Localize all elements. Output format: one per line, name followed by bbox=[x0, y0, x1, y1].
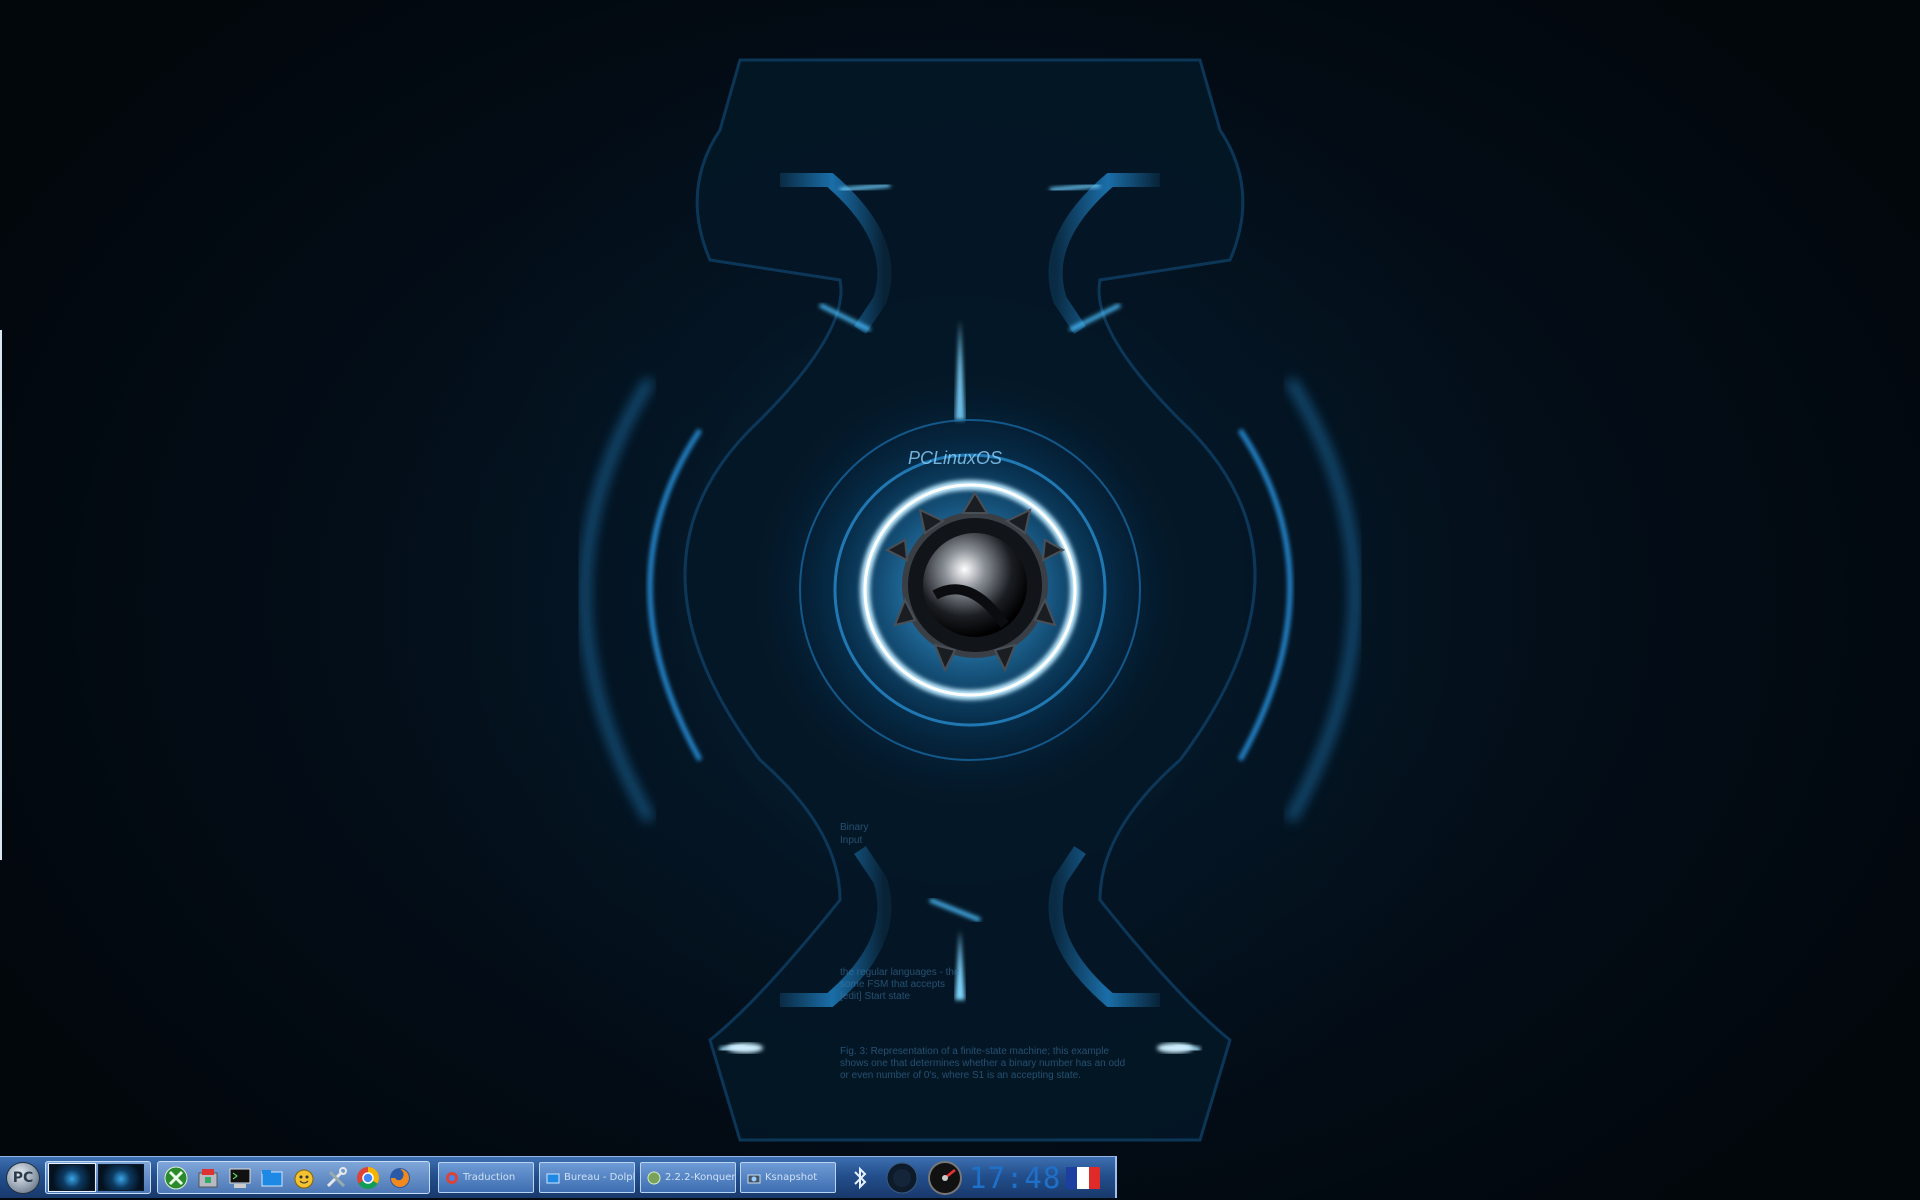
task-label: 2.2.2-Konqueror bbox=[665, 1172, 735, 1183]
keyboard-layout-flag-icon[interactable] bbox=[1063, 1162, 1103, 1194]
start-menu-button[interactable]: PC bbox=[6, 1162, 40, 1194]
chrome-icon[interactable] bbox=[354, 1164, 382, 1192]
desktop-background: PCLinuxOS Binary Input the regular langu… bbox=[0, 0, 1920, 1200]
task-button[interactable]: 2.2.2-Konqueror bbox=[640, 1162, 736, 1193]
task-label: Traduction bbox=[463, 1172, 516, 1183]
task-button[interactable]: Ksnapshot bbox=[740, 1162, 836, 1193]
start-label: PC bbox=[12, 1170, 34, 1186]
settings-tools-icon[interactable] bbox=[322, 1164, 350, 1192]
pager-desktop-2[interactable] bbox=[98, 1164, 144, 1191]
terminal-icon[interactable] bbox=[226, 1164, 254, 1192]
bluetooth-icon[interactable] bbox=[848, 1162, 872, 1194]
pager-desktop-1[interactable] bbox=[48, 1163, 96, 1192]
quick-launch bbox=[157, 1161, 430, 1194]
browser-icon bbox=[647, 1171, 661, 1184]
wallpaper-text-line: [edit] Start state bbox=[840, 991, 910, 1002]
clock[interactable]: 17:48 bbox=[969, 1160, 1069, 1196]
chrome-icon bbox=[446, 1171, 458, 1184]
wallpaper-text-line: or even number of 0's, where S1 is an ac… bbox=[840, 1070, 1081, 1081]
system-monitor-icon[interactable] bbox=[926, 1161, 964, 1195]
xbox-game-icon[interactable] bbox=[162, 1164, 190, 1192]
task-label: Bureau - Dolphin bbox=[564, 1172, 634, 1183]
camera-icon bbox=[747, 1174, 761, 1183]
wallpaper-text-line: Input bbox=[840, 835, 862, 846]
emoticon-icon[interactable] bbox=[290, 1164, 318, 1192]
firefox-icon[interactable] bbox=[386, 1164, 414, 1192]
task-button[interactable]: Bureau - Dolphin bbox=[539, 1162, 635, 1193]
taskbar: PC Traduction Bureau - Dolp 2.2.2-Konque… bbox=[0, 1156, 1117, 1198]
folder-icon bbox=[546, 1173, 560, 1183]
task-label: Ksnapshot bbox=[765, 1172, 818, 1183]
wallpaper-logo-text: PCLinuxOS bbox=[908, 448, 1002, 468]
package-manager-icon[interactable] bbox=[194, 1164, 222, 1192]
desktop-pager bbox=[45, 1161, 151, 1194]
file-manager-icon[interactable] bbox=[258, 1164, 286, 1192]
wallpaper-art: PCLinuxOS Binary Input the regular langu… bbox=[580, 58, 1360, 1142]
wallpaper-text-line: the regular languages - the bbox=[840, 967, 960, 978]
wallpaper-text-line: shows one that determines whether a bina… bbox=[840, 1058, 1125, 1069]
wallpaper-text-line: some FSM that accepts bbox=[840, 979, 945, 990]
task-button[interactable]: Traduction bbox=[438, 1162, 534, 1193]
wallpaper-text-line: Binary bbox=[840, 822, 868, 833]
wallpaper-text-line: Fig. 3: Representation of a finite-state… bbox=[840, 1046, 1109, 1057]
volume-icon[interactable] bbox=[884, 1162, 920, 1194]
